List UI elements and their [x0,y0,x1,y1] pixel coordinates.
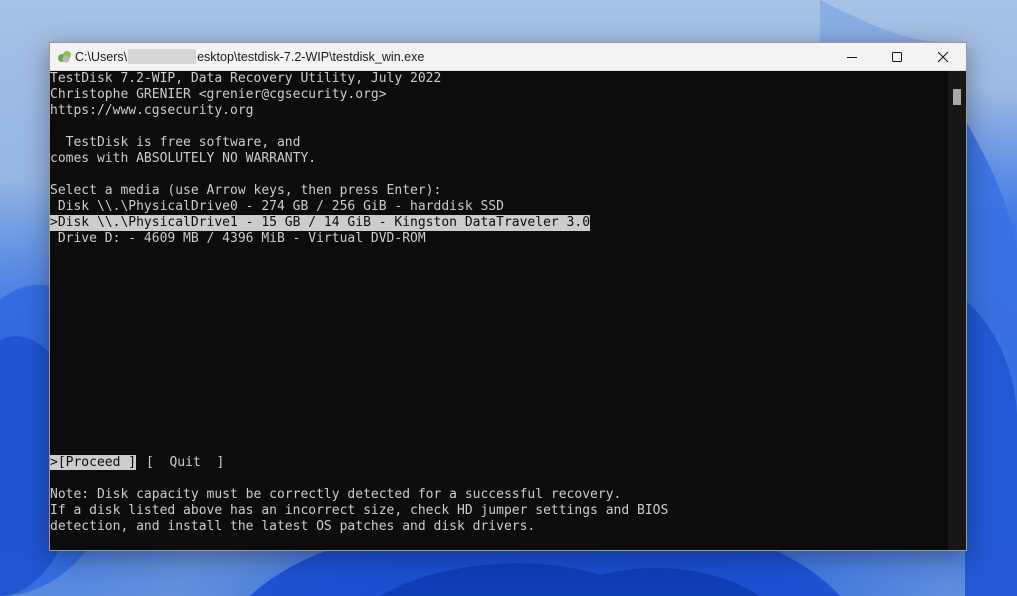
maximize-icon [892,51,902,62]
proceed-button[interactable]: >[Proceed ] [50,455,137,471]
window-title-suffix: esktop\testdisk-7.2-WIP\testdisk_win.exe [197,50,425,64]
maximize-button[interactable] [874,43,920,70]
quit-button[interactable]: [ Quit ] [146,455,224,471]
minimize-icon [847,56,857,58]
note-line-1: Note: Disk capacity must be correctly de… [50,487,622,502]
console-output[interactable]: TestDisk 7.2-WIP, Data Recovery Utility,… [50,71,948,550]
title-bar[interactable]: C:\Users\ esktop\testdisk-7.2-WIP\testdis… [50,43,966,71]
note-line-3: detection, and install the latest OS pat… [50,519,536,534]
minimize-button[interactable] [829,43,875,70]
license-line-1: TestDisk is free software, and [50,135,301,150]
window-title: C:\Users\ esktop\testdisk-7.2-WIP\testdis… [75,49,424,64]
header-line-2: Christophe GRENIER <grenier@cgsecurity.o… [50,87,387,102]
close-icon [937,51,949,62]
close-button[interactable] [920,43,966,70]
scrollbar-thumb[interactable] [953,89,961,105]
media-item-physicaldrive0[interactable]: Disk \\.\PhysicalDrive0 - 274 GB / 256 G… [50,199,504,215]
testdisk-app-icon [58,51,71,63]
vertical-scrollbar[interactable] [948,71,966,550]
testdisk-console-window: C:\Users\ esktop\testdisk-7.2-WIP\testdis… [49,42,967,551]
header-line-1: TestDisk 7.2-WIP, Data Recovery Utility,… [50,71,442,86]
redacted-username-block [128,49,197,64]
media-item-physicaldrive1-selected[interactable]: >Disk \\.\PhysicalDrive1 - 15 GB / 14 Gi… [50,215,591,231]
media-item-drive-d[interactable]: Drive D: - 4609 MB / 4396 MiB - Virtual … [50,231,426,247]
window-title-prefix: C:\Users\ [75,50,128,64]
license-line-2: comes with ABSOLUTELY NO WARRANTY. [50,151,317,166]
header-line-3: https://www.cgsecurity.org [50,103,254,118]
note-line-2: If a disk listed above has an incorrect … [50,503,669,518]
proceed-button-label: >[Proceed ] [50,455,137,470]
media-prompt: Select a media (use Arrow keys, then pre… [50,183,442,198]
